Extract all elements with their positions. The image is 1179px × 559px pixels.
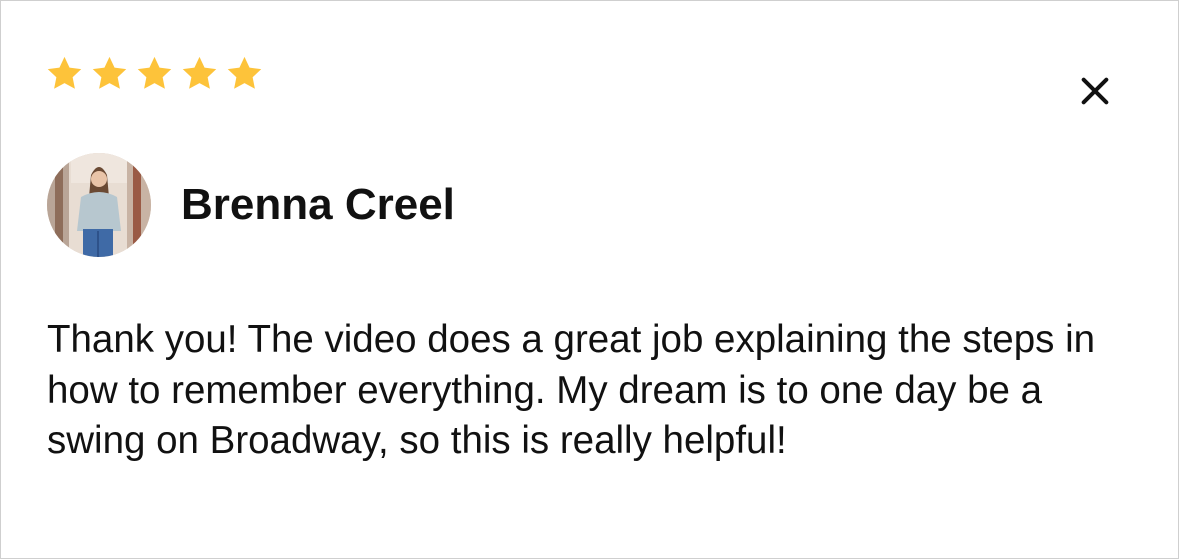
- star-icon: [135, 54, 174, 93]
- star-icon: [180, 54, 219, 93]
- reviewer-name: Brenna Creel: [181, 180, 455, 229]
- star-icon: [45, 54, 84, 93]
- close-button[interactable]: [1071, 67, 1119, 115]
- close-icon: [1081, 77, 1109, 105]
- avatar-photo-icon: [47, 153, 151, 257]
- star-icon: [225, 54, 264, 93]
- review-text: Thank you! The video does a great job ex…: [47, 318, 1096, 462]
- avatar: [47, 153, 151, 257]
- star-icon: [90, 54, 129, 93]
- star-rating: [45, 54, 264, 93]
- review-card: Brenna Creel Thank you! The video does a…: [0, 0, 1179, 559]
